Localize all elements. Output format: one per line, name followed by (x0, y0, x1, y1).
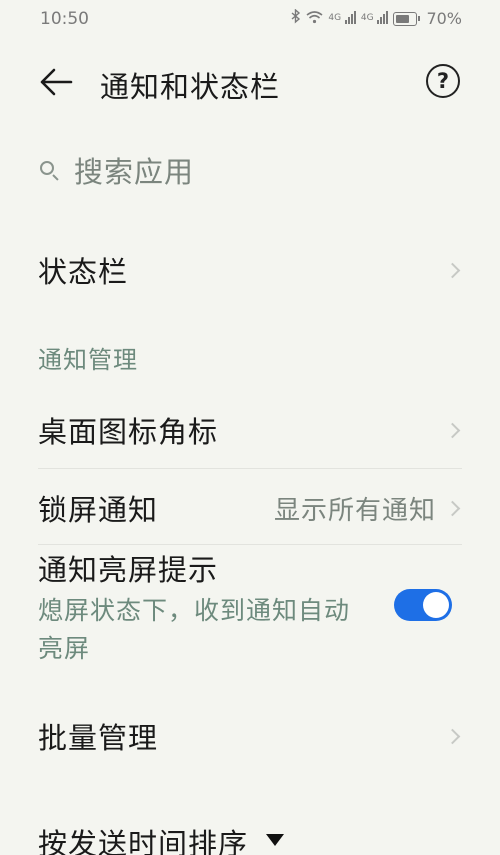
chevron-right-icon (444, 422, 461, 438)
chevron-right-icon (444, 728, 461, 744)
arrow-left-icon[interactable] (38, 66, 74, 98)
help-circle-icon[interactable]: ? (426, 64, 460, 98)
bluetooth-icon (291, 8, 301, 28)
divider (38, 468, 462, 469)
section-title: 通知管理 (38, 346, 138, 374)
lock-screen-value: 显示所有通知 (273, 495, 436, 526)
status-bar: 10:50 4G 4G 70% (0, 0, 500, 40)
battery-percent: 70% (426, 9, 462, 28)
desktop-badge-label: 桌面图标角标 (38, 415, 219, 449)
lock-screen-notification-row[interactable]: 锁屏通知 显示所有通知 (38, 484, 462, 532)
batch-manage-label: 批量管理 (38, 721, 159, 755)
caret-down-icon (266, 834, 285, 846)
batch-manage-row[interactable]: 批量管理 (38, 712, 462, 760)
signal-icon: 4G (361, 10, 389, 28)
sort-label: 按发送时间排序 (38, 827, 249, 855)
lock-screen-label: 锁屏通知 (38, 493, 159, 527)
battery-icon (393, 11, 421, 26)
search-icon (38, 159, 60, 181)
toggle-knob (423, 592, 449, 618)
chevron-right-icon (444, 500, 461, 516)
status-icons: 4G 4G 70% (291, 8, 462, 28)
sort-dropdown[interactable]: 按发送时间排序 (38, 818, 462, 855)
network-type-label: 4G (328, 12, 342, 23)
signal-icon: 4G (328, 10, 356, 28)
search-bar[interactable]: 搜索应用 (38, 148, 194, 192)
search-input[interactable]: 搜索应用 (74, 149, 194, 191)
wake-screen-description: 熄屏状态下，收到通知自动亮屏 (38, 596, 351, 663)
network-type-label: 4G (360, 12, 374, 23)
status-time: 10:50 (40, 9, 89, 29)
chevron-right-icon (444, 262, 461, 278)
desktop-badge-row[interactable]: 桌面图标角标 (38, 406, 462, 454)
wifi-icon (306, 10, 323, 28)
divider (38, 544, 462, 545)
app-header: 通知和状态栏 ? (0, 50, 500, 114)
page-title: 通知和状态栏 (100, 70, 281, 104)
wake-screen-row: 通知亮屏提示 (38, 546, 462, 590)
wake-screen-label: 通知亮屏提示 (38, 553, 219, 587)
status-bar-setting-row[interactable]: 状态栏 (38, 246, 462, 294)
wake-screen-toggle[interactable] (394, 589, 452, 621)
status-bar-label: 状态栏 (38, 255, 129, 289)
